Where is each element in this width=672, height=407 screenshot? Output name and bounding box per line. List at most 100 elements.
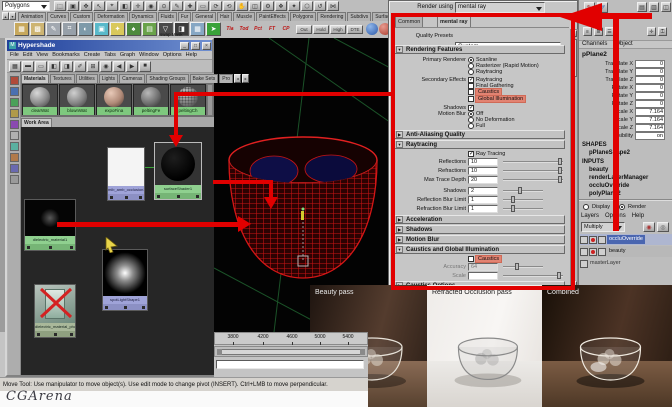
channel-value-field[interactable]: 7.164: [635, 116, 665, 124]
toolbar-icon[interactable]: ◉: [145, 1, 157, 11]
toolbar-icon[interactable]: ✚: [184, 1, 196, 11]
toolbar-icon[interactable]: ⟲: [223, 1, 235, 11]
shelf-tab[interactable]: Polygons: [289, 12, 317, 21]
tab-work-area[interactable]: Work Area: [21, 118, 52, 127]
layer-editor-menu[interactable]: Layers: [581, 213, 599, 220]
hypershade-toolbar-icon[interactable]: ◀: [113, 60, 125, 72]
create-bar-swatch[interactable]: [9, 164, 19, 173]
hypershade-menu[interactable]: View: [36, 52, 48, 58]
channel-value-field[interactable]: 7.164: [635, 124, 665, 132]
shelf-tab[interactable]: PaintEffects: [256, 12, 289, 21]
toolbar-icon[interactable]: ⟳: [210, 1, 222, 11]
close-button[interactable]: ×: [202, 41, 211, 50]
hypershade-toolbar-icon[interactable]: ⊞: [87, 60, 99, 72]
toolbar-icon[interactable]: ✎: [171, 1, 183, 11]
hypershade-menu[interactable]: Create: [84, 52, 101, 58]
hypershade-toolbar-icon[interactable]: ✐: [74, 60, 86, 72]
shelf-tab[interactable]: General: [192, 12, 217, 21]
layer-row-selected[interactable]: occluOverride: [580, 234, 672, 245]
node-dielectric-photon[interactable]: dielectric_material_pho: [34, 284, 76, 338]
shelf-tab[interactable]: Fur: [177, 12, 192, 21]
shelf-mini-button[interactable]: DTE: [347, 25, 363, 34]
hypershade-menu[interactable]: Window: [139, 52, 159, 58]
node-spotlight[interactable]: spotLightShape1: [102, 249, 148, 311]
shelf-tab[interactable]: Fluids: [157, 12, 177, 21]
create-bar-swatch[interactable]: [9, 131, 19, 140]
hypershade-toolbar-icon[interactable]: ▬: [22, 60, 34, 72]
shelf-icon[interactable]: ▣: [94, 22, 109, 36]
hypershade-toolbar-icon[interactable]: ▭: [35, 60, 47, 72]
toolbar-icon[interactable]: ✋: [236, 1, 248, 11]
command-line[interactable]: [216, 360, 364, 369]
channel-value-field[interactable]: 0: [635, 100, 665, 108]
work-area[interactable]: mib_amb_occlusion1 surfaceShader1 dielec…: [21, 127, 214, 375]
shelf-tab[interactable]: Subdivs: [347, 12, 372, 21]
shelf-icon[interactable]: ⌗: [62, 22, 77, 36]
range-handle[interactable]: [360, 349, 365, 355]
shelf-script-icon[interactable]: Tia: [224, 24, 236, 35]
shelf-mini-button[interactable]: High: [330, 25, 346, 34]
maximize-button[interactable]: □: [191, 41, 200, 50]
render-radio[interactable]: [619, 204, 626, 210]
material-swatch[interactable]: blownWat: [59, 84, 95, 115]
node-footer[interactable]: [108, 194, 144, 200]
hypershade-menu[interactable]: Tabs: [104, 52, 116, 58]
toolbar-icon[interactable]: ◧: [119, 1, 131, 11]
input-node[interactable]: renderLayerManager: [589, 175, 671, 183]
shelf-tab[interactable]: Hair: [217, 12, 233, 21]
toolbar-icon[interactable]: ▣: [67, 1, 79, 11]
node-footer[interactable]: [103, 304, 147, 310]
shelf-sphere-icon[interactable]: [366, 23, 378, 35]
hypershade-titlebar[interactable]: M Hypershade _ □ ×: [7, 40, 212, 51]
shelf-tab[interactable]: Muscle: [233, 12, 256, 21]
hypershade-menu[interactable]: File: [10, 52, 19, 58]
channel-value-field[interactable]: 7.164: [635, 108, 665, 116]
toolbar-icon[interactable]: ✛: [132, 1, 144, 11]
shape-name[interactable]: pPlaneShape2: [589, 150, 630, 157]
shelf-script-icon[interactable]: FT: [266, 24, 278, 35]
node-footer[interactable]: [35, 331, 75, 337]
toolbar-icon[interactable]: ↖: [93, 1, 105, 11]
hypershade-toolbar-icon[interactable]: ◨: [61, 60, 73, 72]
layer-visibility-toggle[interactable]: [580, 247, 588, 256]
shelf-icon[interactable]: ✦: [110, 22, 125, 36]
tab-utilities[interactable]: Utilities: [75, 74, 98, 83]
shelf-script-icon[interactable]: Tod: [238, 24, 250, 35]
shelf-mini-button[interactable]: Hold: [313, 25, 329, 34]
tab-projects[interactable]: Pro: [219, 74, 234, 83]
toolbar-icon[interactable]: ⬚: [54, 1, 66, 11]
toolbar-icon[interactable]: ↺: [314, 1, 326, 11]
shelf-icon[interactable]: ▤: [142, 22, 157, 36]
node-footer[interactable]: [25, 244, 75, 250]
range-slider-bar[interactable]: [217, 349, 365, 355]
shelf-tab[interactable]: Dynamics: [128, 12, 157, 21]
range-handle[interactable]: [217, 349, 222, 355]
shelf-icon[interactable]: ➤: [206, 22, 221, 36]
layer-visibility-toggle[interactable]: [580, 235, 588, 244]
channel-value-field[interactable]: 0: [635, 76, 665, 84]
toolbar-icon[interactable]: ⋈: [327, 1, 339, 11]
material-swatch[interactable]: expoFina: [96, 84, 132, 115]
toolbar-icon[interactable]: ▭: [197, 1, 209, 11]
tab-scroll-right-icon[interactable]: ▸: [242, 74, 250, 83]
channel-value-field[interactable]: 0: [635, 68, 665, 76]
hypershade-toolbar-icon[interactable]: ◉: [100, 60, 112, 72]
node-mib-amb-occlusion[interactable]: mib_amb_occlusion1: [107, 147, 145, 201]
toolbar-icon[interactable]: ⚙: [262, 1, 274, 11]
time-slider[interactable]: 3800 4200 4600 5000 5400: [214, 332, 368, 345]
node-footer[interactable]: [155, 193, 201, 199]
material-swatch[interactable]: clearWat: [22, 84, 58, 115]
create-bar-swatch[interactable]: [9, 98, 19, 107]
toolbar-icon[interactable]: ◫: [249, 1, 261, 11]
input-node[interactable]: occluOverride: [589, 183, 671, 191]
layer-editor-menu[interactable]: Help: [632, 213, 644, 220]
create-bar-swatch[interactable]: [9, 109, 19, 118]
toolbar-icon[interactable]: ✥: [80, 1, 92, 11]
layer-color-swatch[interactable]: [598, 235, 606, 244]
hypershade-menu[interactable]: Help: [186, 52, 197, 58]
display-radio[interactable]: [583, 204, 589, 210]
tab-lights[interactable]: Lights: [98, 74, 119, 83]
toolbar-icon[interactable]: ⬡: [301, 1, 313, 11]
channel-value-field[interactable]: 0: [635, 84, 665, 92]
shelf-tab[interactable]: Rendering: [317, 12, 347, 21]
